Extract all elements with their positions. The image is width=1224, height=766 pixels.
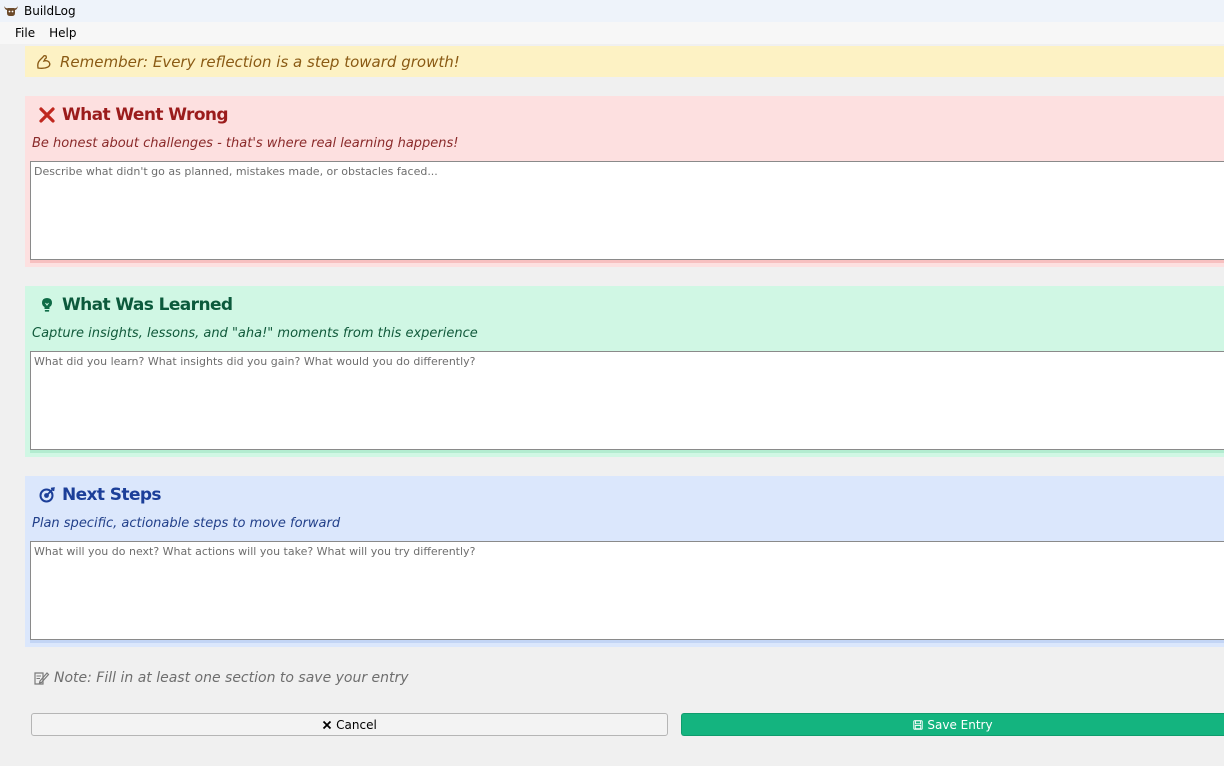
- section-subtitle: Be honest about challenges - that's wher…: [32, 136, 459, 151]
- cancel-button[interactable]: Cancel: [31, 713, 668, 736]
- banner-text: Remember: Every reflection is a step tow…: [60, 52, 460, 71]
- section-header: What Was Learned: [37, 294, 233, 316]
- what-was-learned-input[interactable]: [30, 351, 1224, 450]
- section-subtitle: Capture insights, lessons, and "aha!" mo…: [32, 326, 478, 341]
- x-icon: [322, 720, 332, 730]
- title-bar: BuildLog: [0, 0, 1224, 22]
- motivation-banner: Remember: Every reflection is a step tow…: [25, 46, 1224, 77]
- what-went-wrong-input[interactable]: [30, 161, 1224, 260]
- cancel-button-label: Cancel: [336, 717, 377, 732]
- window-title: BuildLog: [24, 4, 76, 18]
- floppy-disk-icon: [913, 719, 924, 730]
- flexed-arm-icon: [35, 53, 53, 71]
- cross-icon: [37, 105, 57, 125]
- section-what-was-learned: What Was Learned Capture insights, lesso…: [25, 286, 1224, 457]
- menu-help[interactable]: Help: [42, 22, 83, 44]
- section-header: What Went Wrong: [37, 104, 229, 126]
- section-next-steps: Next Steps Plan specific, actionable ste…: [25, 476, 1224, 647]
- menu-bar: File Help: [0, 22, 1224, 44]
- target-icon: [37, 485, 57, 505]
- section-title: What Was Learned: [62, 295, 233, 315]
- memo-icon: [32, 669, 50, 687]
- lightbulb-icon: [37, 295, 57, 315]
- save-entry-button-label: Save Entry: [927, 717, 993, 732]
- save-note: Note: Fill in at least one section to sa…: [32, 667, 409, 689]
- save-entry-button[interactable]: Save Entry: [681, 713, 1224, 736]
- section-divider: [30, 260, 1224, 263]
- section-title: Next Steps: [62, 485, 162, 505]
- section-title: What Went Wrong: [62, 105, 229, 125]
- next-steps-input[interactable]: [30, 541, 1224, 640]
- note-text: Note: Fill in at least one section to sa…: [54, 670, 409, 686]
- menu-file[interactable]: File: [8, 22, 42, 44]
- section-divider: [30, 640, 1224, 643]
- section-what-went-wrong: What Went Wrong Be honest about challeng…: [25, 96, 1224, 267]
- section-divider: [30, 450, 1224, 453]
- section-header: Next Steps: [37, 484, 162, 506]
- bull-icon: [3, 4, 19, 18]
- section-subtitle: Plan specific, actionable steps to move …: [32, 516, 341, 531]
